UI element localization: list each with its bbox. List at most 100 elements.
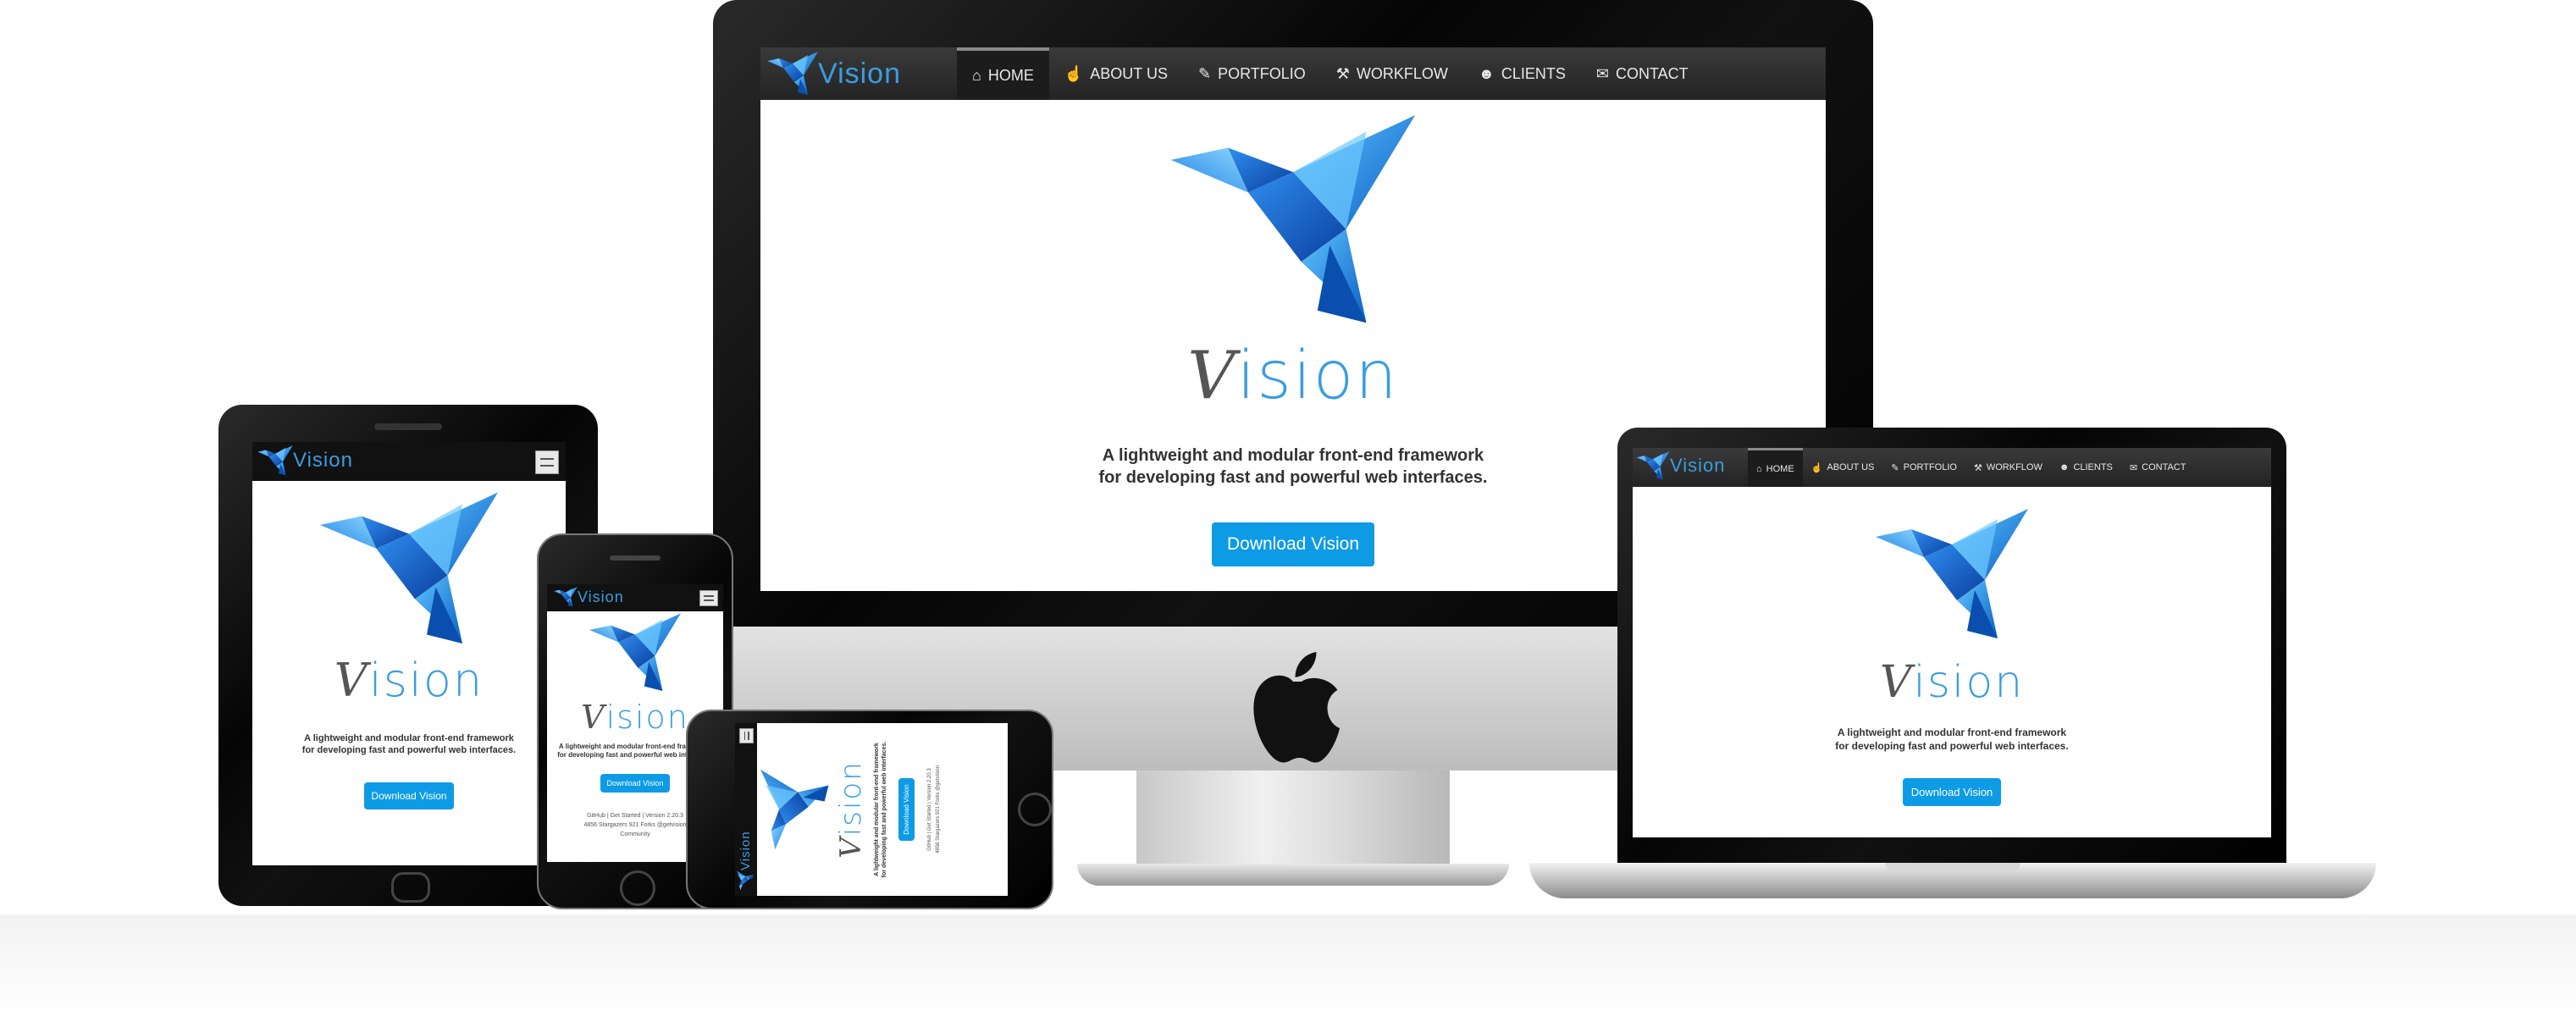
hero-title: Vision (1879, 657, 2025, 708)
nav-item-about[interactable]: ☝ ABOUT US (1049, 47, 1183, 100)
brand-name: Vision (738, 831, 753, 870)
pencil-icon: ✎ (1197, 64, 1212, 82)
hero: Vision A lightweight and modular front-e… (252, 491, 566, 809)
brand-name: Vision (293, 449, 353, 472)
nav-label: HOME (987, 66, 1034, 84)
download-button[interactable]: Download Vision (600, 773, 671, 793)
brand-logo[interactable]: Vision (554, 587, 624, 607)
hero-bird-logo-icon (1170, 115, 1416, 327)
user-icon: ☻ (2059, 462, 2070, 472)
nav-label: WORKFLOW (1986, 462, 2043, 472)
laptop-device: Vision ⌂ HOME ☝ ABOUT US ✎ PORTFOLIO ⚒ W… (1529, 428, 2576, 914)
thumbs-up-icon: ☝ (1810, 462, 1823, 473)
hero-bird-logo-icon (589, 613, 681, 693)
hero-title: Vision (1187, 338, 1399, 414)
navbar: Vision ⌂ HOME ☝ ABOUT US ✎ PORTFOLIO ⚒ W… (760, 47, 1826, 100)
footer-links: GitHub | Get Started | Version 2.20.3 (927, 768, 933, 851)
nav-label: PORTFOLIO (1903, 462, 1957, 472)
phone-home-button[interactable] (620, 870, 655, 906)
hero-title: Vision (334, 654, 484, 707)
download-button[interactable]: Download Vision (1902, 778, 2002, 807)
nav-label: CLIENTS (2073, 462, 2113, 472)
nav-item-contact[interactable]: ✉ CONTACT (2121, 448, 2195, 487)
nav-label: CLIENTS (1501, 64, 1566, 82)
wrench-icon: ⚒ (1973, 462, 1982, 473)
origami-bird-icon (1636, 451, 1670, 480)
phone-landscape-device: Vision Vision A lightweight and modular … (686, 710, 1053, 909)
nav-menu: ⌂ HOME ☝ ABOUT US ✎ PORTFOLIO ⚒ WORKFLOW… (1748, 448, 2194, 487)
hero-bird-logo-icon (320, 491, 498, 648)
brand-name: Vision (1670, 455, 1726, 476)
apple-logo-icon (1253, 652, 1340, 763)
nav-item-home[interactable]: ⌂ HOME (1748, 448, 1803, 487)
pencil-icon: ✎ (1891, 462, 1899, 473)
phone-home-button[interactable] (1018, 793, 1052, 826)
nav-label: CONTACT (1615, 64, 1689, 82)
hamburger-menu-icon[interactable] (535, 450, 559, 474)
origami-bird-icon (737, 870, 754, 891)
thumbs-up-icon: ☝ (1064, 64, 1084, 82)
envelope-icon: ✉ (2129, 462, 2138, 473)
origami-bird-icon (257, 445, 293, 476)
hamburger-menu-icon[interactable] (739, 728, 754, 743)
imac-stand-base (1077, 864, 1509, 886)
home-icon: ⌂ (972, 66, 981, 84)
brand-name: Vision (578, 588, 624, 605)
nav-label: ABOUT US (1090, 64, 1168, 82)
brand-logo[interactable]: Vision (1636, 451, 1726, 480)
nav-item-home[interactable]: ⌂ HOME (957, 47, 1049, 100)
imac-stand (1136, 771, 1450, 868)
nav-label: CONTACT (2142, 462, 2186, 472)
hamburger-menu-icon[interactable] (699, 590, 718, 606)
nav-item-clients[interactable]: ☻ CLIENTS (1463, 47, 1581, 100)
origami-bird-icon (767, 52, 818, 96)
hero-title: Vision (834, 760, 868, 859)
nav-label: WORKFLOW (1356, 64, 1448, 82)
hero: Vision A lightweight and modular front-e… (1633, 499, 2271, 807)
tablet-home-button[interactable] (391, 872, 430, 903)
hero-bird-logo-icon (760, 769, 830, 850)
nav-menu: ⌂ HOME ☝ ABOUT US ✎ PORTFOLIO ⚒ WORKFLOW… (957, 47, 1704, 100)
download-button[interactable]: Download Vision (898, 778, 915, 841)
rotated-page: Vision Vision A lightweight and modular … (735, 723, 1008, 896)
wrench-icon: ⚒ (1335, 64, 1350, 82)
user-icon: ☻ (1478, 64, 1495, 82)
floor-reflection (0, 914, 2576, 1022)
home-icon: ⌂ (1756, 463, 1762, 474)
download-button[interactable]: Download Vision (364, 782, 454, 809)
brand-logo[interactable]: Vision (767, 51, 901, 97)
laptop-screen: Vision ⌂ HOME ☝ ABOUT US ✎ PORTFOLIO ⚒ W… (1633, 448, 2271, 837)
phone-speaker (610, 555, 661, 561)
nav-label: ABOUT US (1827, 462, 1875, 472)
phone-landscape-screen: Vision Vision A lightweight and modular … (735, 723, 1008, 896)
brand-name: Vision (818, 57, 901, 90)
brand-logo[interactable]: Vision (257, 445, 353, 476)
envelope-icon: ✉ (1595, 64, 1609, 82)
hero-tagline: A lightweight and modular front-end fram… (874, 741, 888, 878)
nav-item-workflow[interactable]: ⚒ WORKFLOW (1321, 47, 1463, 100)
tablet-speaker (374, 423, 442, 430)
footer-stats: 4856 Stargazers 921 Forks @getvision (935, 765, 941, 854)
hero-tagline: A lightweight and modular front-end fram… (1835, 726, 2069, 752)
nav-item-contact[interactable]: ✉ CONTACT (1581, 47, 1704, 100)
nav-item-about[interactable]: ☝ ABOUT US (1803, 448, 1883, 487)
nav-label: HOME (1766, 463, 1794, 474)
nav-item-workflow[interactable]: ⚒ WORKFLOW (1965, 448, 2051, 487)
origami-bird-icon (554, 587, 578, 607)
hero-bird-logo-icon (1876, 499, 2028, 651)
nav-label: PORTFOLIO (1218, 64, 1306, 82)
tablet-screen: Vision Vision A lightweight and modular … (252, 442, 566, 865)
hero-tagline: A lightweight and modular front-end fram… (301, 733, 517, 756)
nav-item-portfolio[interactable]: ✎ PORTFOLIO (1882, 448, 1965, 487)
hero: Vision A lightweight and modular front-e… (760, 723, 943, 896)
nav-item-portfolio[interactable]: ✎ PORTFOLIO (1183, 47, 1321, 100)
laptop-notch (1885, 863, 2020, 871)
footer: GitHub | Get Started | Version 2.20.3 48… (926, 723, 943, 896)
brand-logo[interactable]: Vision (737, 831, 754, 891)
navbar: Vision (252, 442, 566, 481)
nav-item-clients[interactable]: ☻ CLIENTS (2051, 448, 2121, 487)
navbar: Vision ⌂ HOME ☝ ABOUT US ✎ PORTFOLIO ⚒ W… (1633, 448, 2271, 487)
navbar: Vision (735, 723, 757, 896)
download-button[interactable]: Download Vision (1211, 522, 1375, 566)
navbar: Vision (547, 584, 723, 611)
